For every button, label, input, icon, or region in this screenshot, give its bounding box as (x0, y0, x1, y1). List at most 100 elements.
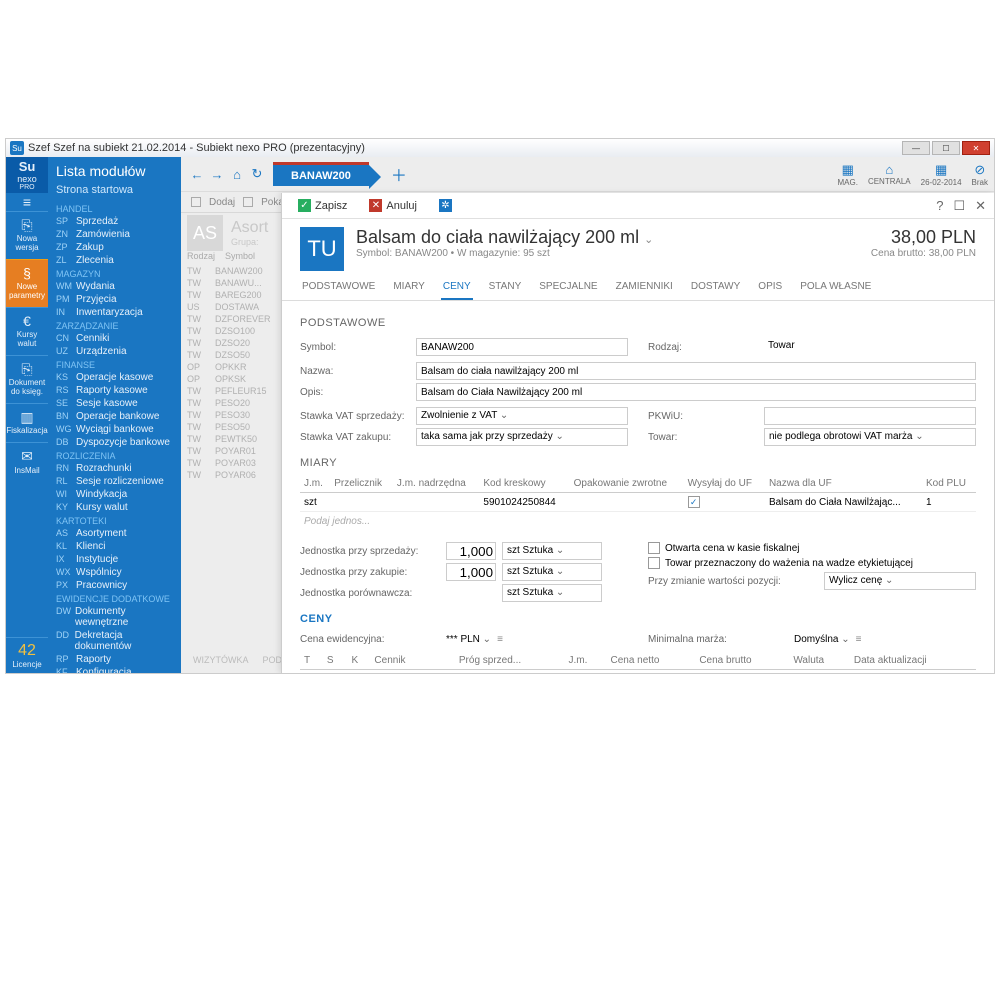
save-button[interactable]: ✓Zapisz (290, 197, 355, 214)
table-row[interactable]: szt 5901024250844 ✓ Balsam do Ciała Nawi… (300, 493, 976, 512)
topbar-button[interactable]: ▦MAG. (837, 162, 857, 187)
module-item[interactable]: RNRozrachunki (48, 462, 181, 475)
list-item: TWBANAW200 (187, 265, 287, 277)
close-icon[interactable]: ✕ (975, 198, 986, 214)
cancel-button[interactable]: ✕Anuluj (361, 197, 425, 214)
module-item[interactable]: RSRaporty kasowe (48, 384, 181, 397)
topbar-button[interactable]: ▦26-02-2014 (921, 162, 962, 187)
sidebar-icon-item[interactable]: ▥Fiskalizacja (6, 403, 48, 442)
breadcrumb-tab[interactable]: BANAW200 (273, 162, 369, 186)
field-jednostka-zakupu-qty[interactable] (446, 563, 496, 581)
topbar-button[interactable]: ⊘Brak (972, 162, 988, 187)
checkbox-wysylaj[interactable]: ✓ (688, 496, 700, 508)
module-item[interactable]: IXInstytucje (48, 553, 181, 566)
window-minimize[interactable]: — (902, 141, 930, 155)
module-section: KARTOTEKI (48, 514, 181, 527)
work-area: ← → ⌂ ↻ BANAW200 ＋ ▦MAG. ⌂CENTRALA ▦26-02-… (181, 157, 994, 673)
menu-icon[interactable]: ≡ (6, 193, 48, 211)
nav-refresh-icon[interactable]: ↻ (247, 164, 267, 184)
sidebar-icon-item[interactable]: §Nowe parametry (6, 259, 48, 307)
tab-podstawowe[interactable]: PODSTAWOWE (300, 275, 377, 300)
nav-forward[interactable]: → (207, 164, 227, 184)
toolbar-add[interactable]: Dodaj (209, 197, 235, 208)
field-jednostka-zakupu[interactable]: szt Sztuka (502, 563, 602, 581)
sidebar-icon-item[interactable]: ⎘Nowa wersja (6, 211, 48, 259)
topbar-button[interactable]: ⌂CENTRALA (868, 162, 911, 187)
module-item[interactable]: DWDokumenty wewnętrzne (48, 605, 181, 629)
list-item: TWPESO50 (187, 421, 287, 433)
module-item[interactable]: RLSesje rozliczeniowe (48, 475, 181, 488)
checkbox-otwarta-cena[interactable] (648, 542, 660, 554)
field-jednostka-sprzedazy[interactable]: szt Sztuka (502, 542, 602, 560)
window-maximize[interactable]: ☐ (932, 141, 960, 155)
list-item: TWPOYAR03 (187, 457, 287, 469)
module-item[interactable]: KSOperacje kasowe (48, 371, 181, 384)
menu-icon[interactable]: ≡ (497, 634, 503, 645)
ceny-table: TSKCennikPróg sprzed...J.m.Cena nettoCen… (300, 652, 976, 673)
module-item[interactable]: SESesje kasowe (48, 397, 181, 410)
sidebar-icon-item[interactable]: €Kursy walut (6, 307, 48, 355)
field-opis[interactable] (416, 383, 976, 401)
window-close[interactable]: ✕ (962, 141, 990, 155)
module-item[interactable]: KYKursy walut (48, 501, 181, 514)
field-pkwiu[interactable] (764, 407, 976, 425)
module-item[interactable]: UZUrządzenia (48, 345, 181, 358)
sidebar-icon-item[interactable]: ✉InsMail (6, 442, 48, 481)
tab-opis[interactable]: OPIS (756, 275, 784, 300)
tab-dostawy[interactable]: DOSTAWY (689, 275, 742, 300)
module-item[interactable]: CNCenniki (48, 332, 181, 345)
module-item[interactable]: KFKonfiguracja (48, 666, 181, 673)
field-zmiana-wartosci[interactable]: Wylicz cenę (824, 572, 976, 590)
nav-back[interactable]: ← (187, 164, 207, 184)
nav-home-icon[interactable]: ⌂ (227, 164, 247, 184)
field-jednostka-porownawcza[interactable]: szt Sztuka (502, 584, 602, 602)
module-item[interactable]: WGWyciągi bankowe (48, 423, 181, 436)
field-nazwa[interactable] (416, 362, 976, 380)
table-row[interactable]: SOBDetaliczny0szt38,0038,00PLN26-02-2014 (300, 670, 976, 674)
module-item[interactable]: ASAsortyment (48, 527, 181, 540)
app-window: Su Szef Szef na subiekt 21.02.2014 - Sub… (5, 138, 995, 674)
module-item[interactable]: SPSprzedaż (48, 215, 181, 228)
tab-specjalne[interactable]: SPECJALNE (537, 275, 599, 300)
field-vat-zakupu[interactable]: taka sama jak przy sprzedaży (416, 428, 628, 446)
gear-button[interactable]: ✲ (431, 197, 460, 214)
checkbox-wazenie[interactable] (648, 557, 660, 569)
field-min-marza[interactable]: Domyślna (794, 634, 850, 645)
sidebar-icon-item[interactable]: ⎘Dokument do księg. (6, 355, 48, 403)
menu-icon[interactable]: ≡ (856, 634, 862, 645)
add-unit-row[interactable]: Podaj jednos... (300, 512, 976, 531)
maximize-icon[interactable]: ☐ (953, 198, 965, 214)
module-home[interactable]: Strona startowa (48, 181, 181, 202)
module-item[interactable]: ZNZamówienia (48, 228, 181, 241)
module-item[interactable]: BNOperacje bankowe (48, 410, 181, 423)
module-item[interactable]: PXPracownicy (48, 579, 181, 592)
checkbox-icon[interactable] (191, 197, 201, 207)
module-item[interactable]: DDDekretacja dokumentów (48, 629, 181, 653)
field-vat-sprzedazy[interactable]: Zwolnienie z VAT (416, 407, 628, 425)
product-price: 38,00 PLN Cena brutto: 38,00 PLN (871, 227, 976, 271)
add-tab-button[interactable]: ＋ (391, 162, 407, 186)
field-towar-vat[interactable]: nie podlega obrotowi VAT marża (764, 428, 976, 446)
help-icon[interactable]: ? (936, 198, 943, 214)
module-item[interactable]: WIWindykacja (48, 488, 181, 501)
module-item[interactable]: WMWydania (48, 280, 181, 293)
license-badge[interactable]: 42 Licencje (6, 637, 48, 673)
app-logo: Su nexo PRO (6, 157, 48, 193)
module-item[interactable]: INInwentaryzacja (48, 306, 181, 319)
module-item[interactable]: KLKlienci (48, 540, 181, 553)
checkbox-icon[interactable] (243, 197, 253, 207)
tab-zamienniki[interactable]: ZAMIENNIKI (614, 275, 675, 300)
field-symbol[interactable] (416, 338, 628, 356)
tab-ceny[interactable]: CENY (441, 275, 473, 300)
module-item[interactable]: RPRaporty (48, 653, 181, 666)
module-item[interactable]: PMPrzyjęcia (48, 293, 181, 306)
tab-miary[interactable]: MIARY (391, 275, 427, 300)
tab-stany[interactable]: STANY (487, 275, 524, 300)
field-cena-ewidencyjna[interactable]: *** PLN (446, 634, 491, 645)
module-item[interactable]: WXWspólnicy (48, 566, 181, 579)
tab-pola własne[interactable]: POLA WŁASNE (798, 275, 873, 300)
module-item[interactable]: DBDyspozycje bankowe (48, 436, 181, 449)
field-jednostka-sprzedazy-qty[interactable] (446, 542, 496, 560)
module-item[interactable]: ZLZlecenia (48, 254, 181, 267)
module-item[interactable]: ZPZakup (48, 241, 181, 254)
